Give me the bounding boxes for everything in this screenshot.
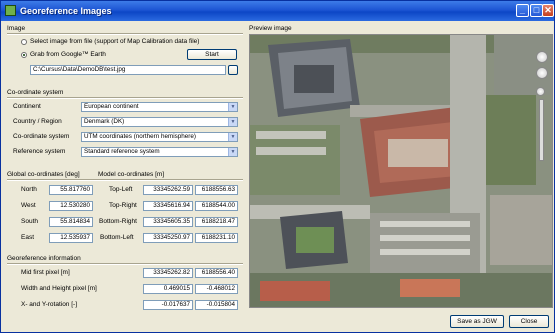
top-right-label: Top-Right [109,202,137,209]
coord-system-select[interactable]: UTM coordinates (northern hemisphere) ▼ [81,132,238,142]
radio-grab-google[interactable] [21,52,27,58]
top-right-y-field[interactable]: 6188544.00 [195,201,238,211]
mid-pixel-label: Mid first pixel [m] [21,269,70,276]
divider [7,263,243,265]
south-field[interactable]: 55.814834 [49,217,93,227]
country-label: Country / Region [13,118,62,125]
south-label: South [21,218,38,225]
minimize-button[interactable]: _ [516,4,529,17]
chevron-down-icon: ▼ [228,133,237,141]
top-left-y-field[interactable]: 6188556.63 [195,185,238,195]
zoom-in-icon[interactable] [536,87,545,96]
preview-image[interactable] [249,34,553,308]
reference-select[interactable]: Standard reference system ▼ [81,147,238,157]
coord-system-label: Co-ordinate system [7,89,64,96]
x-rotation-field[interactable]: -0.017637 [143,300,193,310]
browse-button[interactable] [228,65,238,75]
country-value: Denmark (DK) [84,118,125,125]
divider [7,179,243,181]
bottom-right-x-field[interactable]: 33345605.35 [143,217,193,227]
window-title: Georeference Images [20,6,112,16]
image-path-field[interactable]: C:\Cursus\Data\DemoDB\test.jpg [30,65,226,75]
bottom-left-x-field[interactable]: 33345250.97 [143,233,193,243]
continent-value: European continent [84,103,139,110]
chevron-down-icon: ▼ [228,148,237,156]
coord-system-value: UTM coordinates (northern hemisphere) [84,133,196,140]
east-field[interactable]: 12.535937 [49,233,93,243]
mid-pixel-y-field[interactable]: 6188556.40 [195,268,238,278]
bottom-left-y-field[interactable]: 6188231.10 [195,233,238,243]
reference-value: Standard reference system [84,148,160,155]
pixel-height-field[interactable]: -0.468012 [195,284,238,294]
north-field[interactable]: 55.817760 [49,185,93,195]
global-coords-label: Global co-ordinates [deg] [7,171,80,178]
close-button[interactable]: Close [509,315,549,328]
west-field[interactable]: 12.530280 [49,201,93,211]
chevron-down-icon: ▼ [228,103,237,111]
app-icon [5,5,16,16]
grab-google-label: Grab from Google™ Earth [30,51,106,58]
preview-label: Preview image [249,25,292,32]
east-label: East [21,234,35,241]
pixel-width-field[interactable]: 0.469015 [143,284,193,294]
divider [7,33,243,35]
model-coords-label: Model co-ordinates [m] [98,171,165,178]
continent-select[interactable]: European continent ▼ [81,102,238,112]
bottom-right-y-field[interactable]: 6188218.47 [195,217,238,227]
bottom-right-label: Bottom-Right [99,218,137,225]
aerial-photo [250,35,552,307]
georef-info-label: Georeference information [7,255,81,262]
title-bar: Georeference Images _ □ ✕ [1,1,554,21]
radio-select-file[interactable] [21,39,27,45]
save-jgw-button[interactable]: Save as JGW [450,315,504,328]
y-rotation-field[interactable]: -0.015804 [195,300,238,310]
country-select[interactable]: Denmark (DK) ▼ [81,117,238,127]
chevron-down-icon: ▼ [228,118,237,126]
rotation-label: X- and Y-rotation [-] [21,301,78,308]
top-right-x-field[interactable]: 33345616.94 [143,201,193,211]
select-file-label: Select image from file (support of Map C… [30,38,200,45]
look-control-icon[interactable] [536,51,548,63]
zoom-slider[interactable] [539,99,544,161]
divider [7,97,243,99]
start-button[interactable]: Start [187,49,237,60]
top-left-label: Top-Left [109,186,133,193]
top-left-x-field[interactable]: 33345262.59 [143,185,193,195]
coord-system-row-label: Co-ordinate system [13,133,70,140]
reference-label: Reference system [13,148,66,155]
georeference-window: Georeference Images _ □ ✕ Image Select i… [0,0,555,333]
pixel-size-label: Width and Height pixel [m] [21,285,97,292]
west-label: West [21,202,36,209]
close-window-button[interactable]: ✕ [542,4,554,17]
bottom-left-label: Bottom-Left [100,234,134,241]
mid-pixel-x-field[interactable]: 33345262.82 [143,268,193,278]
north-label: North [21,186,37,193]
continent-label: Continent [13,103,41,110]
image-section-label: Image [7,25,26,32]
move-control-icon[interactable] [536,67,548,79]
